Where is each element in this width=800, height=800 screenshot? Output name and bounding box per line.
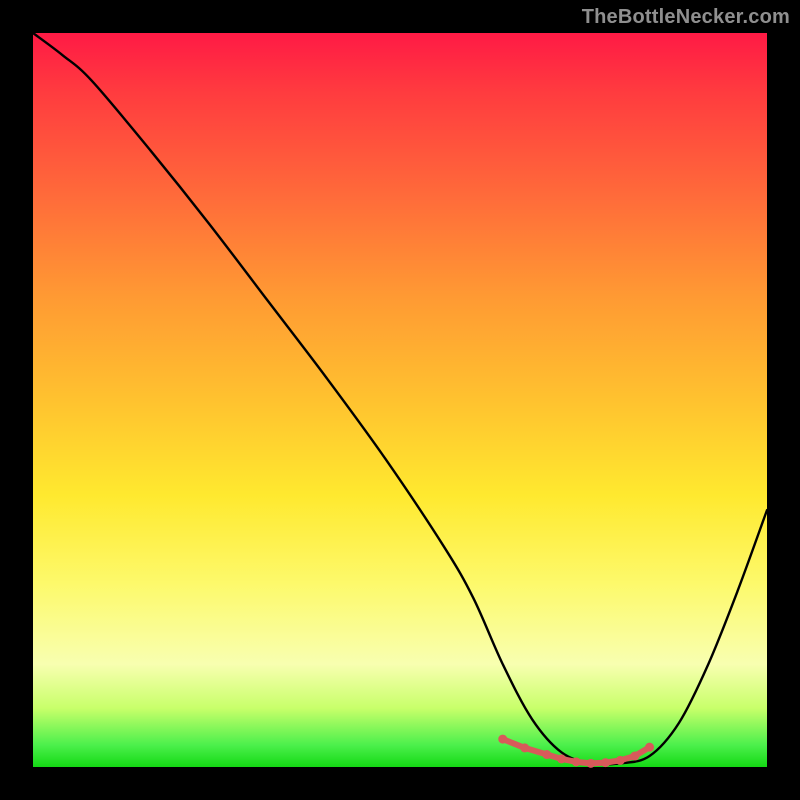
trough-marker-dot [498, 735, 507, 744]
chart-container: TheBottleNecker.com [0, 0, 800, 800]
trough-marker-dot [586, 759, 595, 768]
chart-svg [33, 33, 767, 767]
plot-area [33, 33, 767, 767]
trough-marker-dot [645, 743, 654, 752]
trough-marker-dot [630, 751, 639, 760]
trough-marker-dot [572, 757, 581, 766]
trough-marker-dot [520, 743, 529, 752]
watermark-text: TheBottleNecker.com [582, 6, 790, 29]
bottleneck-curve-path [33, 33, 767, 764]
trough-marker-dot [616, 756, 625, 765]
trough-marker-dot [557, 754, 566, 763]
trough-marker-dot [601, 758, 610, 767]
trough-marker-dot [542, 750, 551, 759]
